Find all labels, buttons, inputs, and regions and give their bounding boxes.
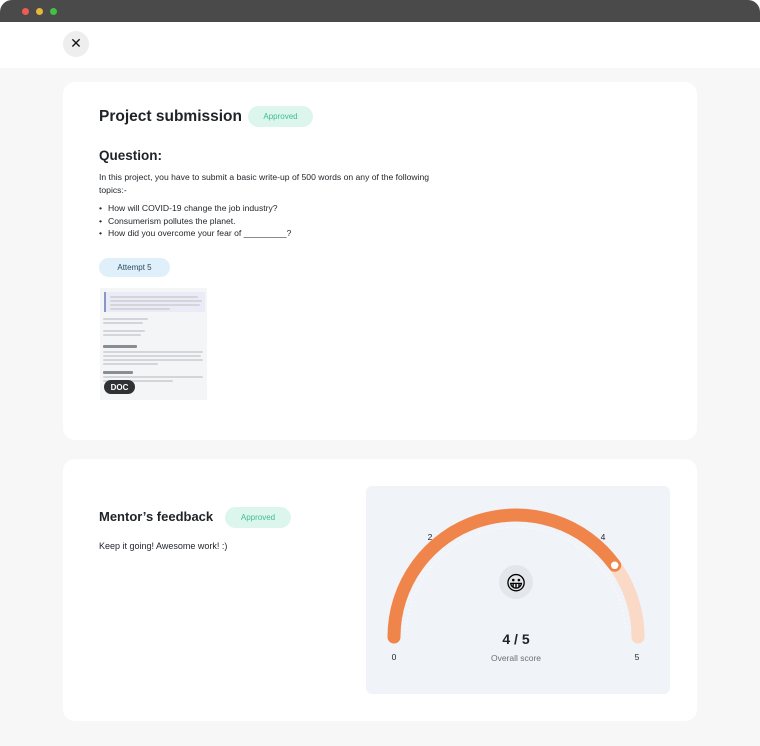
window-close-dot[interactable] [22, 8, 29, 15]
gauge-tick-label: 5 [635, 652, 640, 662]
topic-item: How did you overcome your fear of ______… [99, 227, 291, 240]
submission-status-badge: Approved [248, 106, 313, 127]
gauge-tick-label: 4 [601, 532, 606, 542]
topic-item: How will COVID-19 change the job industr… [99, 202, 291, 215]
close-icon: ✕ [70, 36, 82, 52]
mentor-feedback-card: Mentor’s feedback Approved Keep it going… [63, 459, 697, 721]
submission-title: Project submission [99, 108, 242, 125]
document-preview[interactable]: DOC [100, 288, 207, 400]
top-bar: ✕ [0, 22, 760, 68]
gauge-knob [609, 560, 620, 571]
score-value: 4 / 5 [502, 631, 529, 647]
doc-type-badge: DOC [104, 380, 135, 394]
question-text: In this project, you have to submit a ba… [99, 172, 430, 195]
window-maximize-dot[interactable] [50, 8, 57, 15]
gauge-tick-label: 2 [428, 532, 433, 542]
gauge-tick-label: 0 [392, 652, 397, 662]
smile-emoji-icon: 😀 [506, 571, 527, 595]
question-heading: Question: [99, 148, 162, 163]
feedback-title: Mentor’s feedback [99, 509, 214, 524]
window-titlebar [0, 0, 760, 22]
attempt-tag[interactable]: Attempt 5 [99, 258, 170, 277]
topic-item: Consumerism pollutes the planet. [99, 215, 291, 228]
app-window: ✕ Project submission Approved Question: … [0, 0, 760, 746]
feedback-status-badge: Approved [225, 507, 291, 528]
project-submission-card: Project submission Approved Question: In… [63, 82, 697, 440]
close-button[interactable]: ✕ [63, 31, 89, 57]
window-minimize-dot[interactable] [36, 8, 43, 15]
score-gauge: 0 2 4 5 😀 4 / 5 Overall score [387, 508, 645, 663]
topic-list: How will COVID-19 change the job industr… [99, 202, 291, 240]
score-gauge-panel: 0 2 4 5 😀 4 / 5 Overall score [366, 486, 670, 694]
feedback-comment: Keep it going! Awesome work! :) [99, 541, 228, 551]
score-label: Overall score [491, 653, 541, 663]
